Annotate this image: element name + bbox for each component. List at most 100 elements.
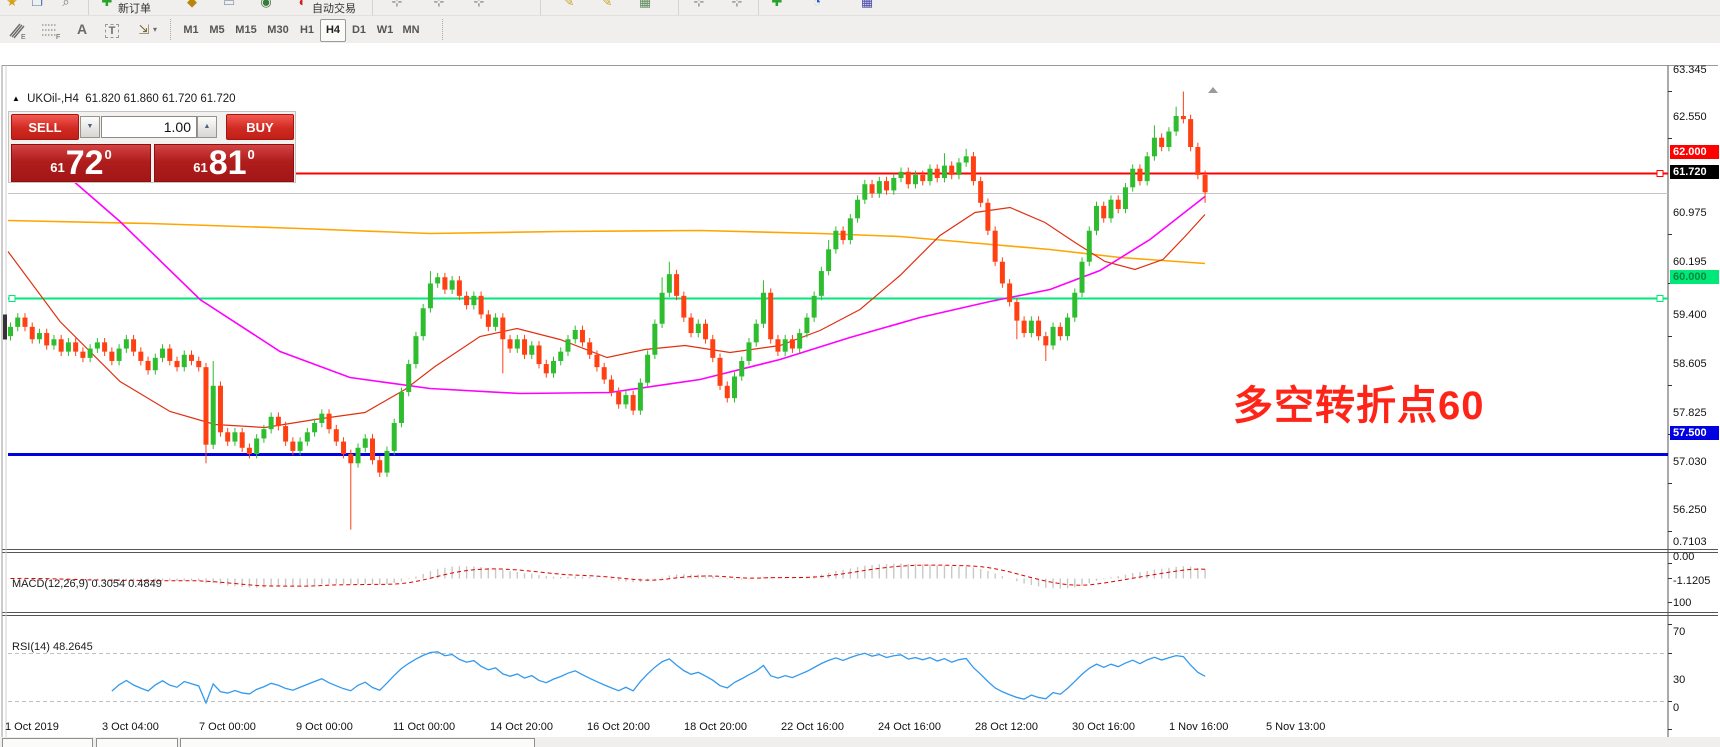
templates-icon[interactable]: ◆	[183, 0, 201, 12]
date-axis-label: 18 Oct 20:00	[684, 721, 747, 733]
timeframe-button-m30[interactable]: M30	[262, 19, 294, 42]
autotrade-icon[interactable]: ◖	[292, 0, 310, 12]
ask-price-sup: 0	[248, 147, 255, 162]
scale-tick-label: 63.345	[1673, 64, 1707, 77]
candles-icon[interactable]: ⊹	[430, 0, 448, 12]
fibonacci-tool-letter: F	[56, 34, 60, 40]
macd-label: MACD(12,26,9) 0.3054 0.4849	[12, 578, 162, 590]
fibonacci-tool-icon[interactable]: F	[40, 19, 64, 40]
collapse-triangle-icon[interactable]: ▲	[12, 94, 20, 103]
sell-button[interactable]: SELL	[11, 114, 79, 140]
autotrade-label[interactable]: 自动交易	[312, 0, 356, 16]
date-axis-label: 22 Oct 16:00	[781, 721, 844, 733]
text-label-tool-icon[interactable]: A	[70, 19, 94, 40]
volume-increase-button[interactable]: ▲	[197, 116, 217, 138]
zoom-in-icon[interactable]: ✎	[560, 0, 578, 12]
pivot-price-badge: 60.000	[1670, 270, 1719, 284]
date-axis-label: 30 Oct 16:00	[1072, 721, 1135, 733]
ask-price-panel[interactable]: 61 81 0	[154, 144, 294, 182]
bid-price-sup: 0	[105, 147, 112, 162]
bid-price-prefix: 61	[50, 160, 64, 175]
ask-price-big: 81	[209, 148, 247, 178]
chart-window-icon[interactable]: ▦	[858, 0, 876, 12]
timeframe-button-m5[interactable]: M5	[204, 19, 230, 42]
ask-price-prefix: 61	[193, 160, 207, 175]
scale-tick-label: 0.7103	[1673, 536, 1707, 549]
zoom-icon[interactable]: ⌕	[57, 0, 75, 12]
trading-app-window: ★ ❐ ⌕ ✚ 新订单 ◆ ▭ ◉ ◖ 自动交易 ⊹ ⊹ ⊹ ✎ ✎ ▦ ⊹ ⊹…	[0, 0, 1720, 747]
scale-tick-label: 60.975	[1673, 207, 1707, 220]
indicators-icon[interactable]: ▦	[636, 0, 654, 12]
scale-tick-label: 60.195	[1673, 256, 1707, 269]
chart-tab-bar	[0, 737, 1720, 747]
chart-tab-1[interactable]	[2, 738, 93, 747]
support-price-badge: 57.500	[1670, 426, 1719, 440]
new-chart-icon[interactable]: ❐	[28, 0, 46, 12]
date-axis-label: 11 Oct 00:00	[393, 721, 455, 733]
toolbar-linestudies-periods: E F A T ⇲ ▾ M1M5M15M30H1H4D1W1MN	[0, 16, 1720, 44]
line-chart-icon[interactable]: ⊹	[470, 0, 488, 12]
scale-tick-label: 58.605	[1673, 358, 1707, 371]
refresh-icon[interactable]: ◔	[808, 0, 826, 12]
volume-decrease-button[interactable]: ▼	[80, 116, 100, 138]
timeframe-button-m15[interactable]: M15	[230, 19, 262, 42]
toolbar-standard: ★ ❐ ⌕ ✚ 新订单 ◆ ▭ ◉ ◖ 自动交易 ⊹ ⊹ ⊹ ✎ ✎ ▦ ⊹ ⊹…	[0, 0, 1720, 16]
timeframe-button-m1[interactable]: M1	[178, 19, 204, 42]
ohlc-values: 61.820 61.860 61.720 61.720	[85, 93, 235, 105]
profiles-icon[interactable]: ▭	[220, 0, 238, 12]
timeframe-button-h1[interactable]: H1	[294, 19, 320, 42]
rsi-label: RSI(14) 48.2645	[12, 641, 93, 653]
date-axis-label: 24 Oct 16:00	[878, 721, 941, 733]
scale-tick-label: -1.1205	[1673, 575, 1710, 588]
bid-price-panel[interactable]: 61 72 0	[11, 144, 151, 182]
timeframe-button-d1[interactable]: D1	[346, 19, 372, 42]
date-axis-label: 1 Oct 2019	[5, 721, 59, 733]
resistance-price-badge: 62.000	[1670, 145, 1719, 159]
bid-price-big: 72	[66, 148, 104, 178]
current-price-badge: 61.720	[1670, 165, 1719, 179]
timeframe-button-mn[interactable]: MN	[398, 19, 424, 42]
buy-button[interactable]: BUY	[226, 114, 294, 140]
scale-tick-label: 62.550	[1673, 111, 1707, 124]
timeframe-button-w1[interactable]: W1	[372, 19, 398, 42]
volume-input[interactable]: 1.00	[101, 116, 197, 138]
chart-tab-2[interactable]	[96, 738, 178, 747]
zoom-out-icon[interactable]: ✎	[598, 0, 616, 12]
date-axis-label: 3 Oct 04:00	[102, 721, 159, 733]
date-axis-label: 14 Oct 20:00	[490, 721, 553, 733]
chart-title: ▲ UKOil-,H4 61.820 61.860 61.720 61.720	[12, 93, 236, 105]
status-bar-box	[180, 738, 535, 747]
channel-tool-letter: E	[21, 34, 26, 40]
new-order-icon[interactable]: ✚	[98, 0, 116, 12]
date-axis-label: 9 Oct 00:00	[296, 721, 353, 733]
scale-tick-label: 59.400	[1673, 309, 1707, 322]
scale-tick-label: 56.250	[1673, 504, 1707, 517]
scale-tick-label: 70	[1673, 626, 1685, 639]
add-indicator-icon[interactable]: ✚	[768, 0, 786, 12]
favorites-star-icon[interactable]: ★	[3, 0, 21, 12]
symbol-period-label: UKOil-,H4	[27, 93, 79, 105]
arrows-dropdown-caret[interactable]: ▾	[150, 19, 160, 40]
date-axis-label: 1 Nov 16:00	[1169, 721, 1228, 733]
text-box-tool-icon[interactable]: T	[100, 19, 124, 40]
scale-tick-label: 100	[1673, 597, 1691, 610]
timeframe-button-h4[interactable]: H4	[320, 19, 346, 42]
bars-icon[interactable]: ⊹	[388, 0, 406, 12]
scale-tick-label: 0.00	[1673, 551, 1694, 564]
scale-tick-label: 57.825	[1673, 407, 1707, 420]
new-order-label[interactable]: 新订单	[118, 0, 151, 16]
date-axis-label: 5 Nov 13:00	[1266, 721, 1325, 733]
date-axis-label: 16 Oct 20:00	[587, 721, 650, 733]
chart-annotation-text: 多空转折点60	[1233, 373, 1485, 431]
chart-area[interactable]: ▲ UKOil-,H4 61.820 61.860 61.720 61.720 …	[0, 43, 1720, 747]
date-axis-label: 28 Oct 12:00	[975, 721, 1038, 733]
crosshair-icon[interactable]: ⊹	[690, 0, 708, 12]
period-icon[interactable]: ⊹	[728, 0, 746, 12]
scale-tick-label: 0	[1673, 702, 1679, 715]
web-icon[interactable]: ◉	[257, 0, 275, 12]
channel-tool-icon[interactable]: E	[6, 19, 30, 40]
chart-shift-marker[interactable]	[1208, 87, 1218, 93]
one-click-trade-panel: SELL ▼ 1.00 ▲ BUY 61 72 0 61 81 0	[8, 111, 296, 183]
scale-tick-label: 57.030	[1673, 456, 1707, 469]
date-axis-label: 7 Oct 00:00	[199, 721, 256, 733]
